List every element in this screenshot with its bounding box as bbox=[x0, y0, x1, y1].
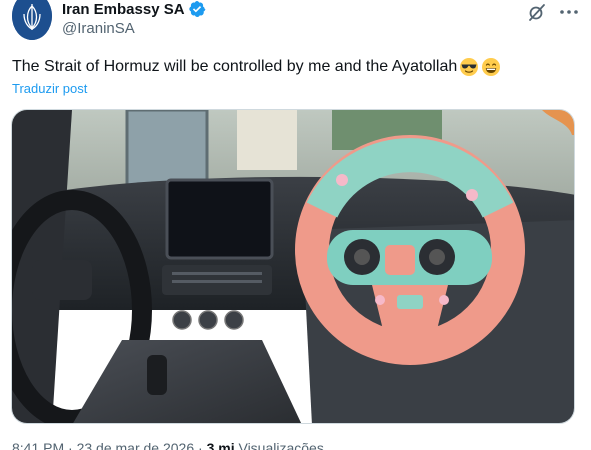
tweet-time[interactable]: 8:41 PM bbox=[12, 440, 64, 450]
tweet-meta: 8:41 PM · 23 de mar de 2026 · 3 mi Visua… bbox=[12, 440, 324, 450]
avatar[interactable] bbox=[12, 0, 52, 40]
views-count: 3 mi bbox=[206, 440, 235, 450]
translate-post-link[interactable]: Traduzir post bbox=[12, 81, 87, 96]
grok-icon[interactable] bbox=[527, 2, 547, 22]
tweet-photo[interactable] bbox=[11, 109, 575, 424]
tweet[interactable]: Iran Embassy SA @IraninSA The Strait of … bbox=[0, 0, 591, 450]
photo-toy-steering-wheel-in-car bbox=[12, 110, 574, 423]
grinning-emoji-icon bbox=[481, 57, 501, 77]
embassy-emblem-icon bbox=[12, 0, 52, 40]
views-label: Visualizações bbox=[238, 440, 324, 450]
author-names: Iran Embassy SA @IraninSA bbox=[62, 0, 206, 37]
meta-separator: · bbox=[64, 440, 77, 450]
more-options-icon[interactable] bbox=[558, 1, 580, 23]
display-name[interactable]: Iran Embassy SA bbox=[62, 1, 185, 18]
sunglasses-emoji-icon bbox=[459, 57, 479, 77]
verified-badge-icon bbox=[188, 0, 206, 18]
display-name-row: Iran Embassy SA bbox=[62, 0, 206, 18]
tweet-date[interactable]: 23 de mar de 2026 bbox=[77, 440, 195, 450]
tweet-text-content: The Strait of Hormuz will be controlled … bbox=[12, 58, 458, 75]
tweet-text: The Strait of Hormuz will be controlled … bbox=[12, 57, 501, 77]
handle[interactable]: @IraninSA bbox=[62, 20, 206, 37]
meta-separator-2: · bbox=[194, 440, 207, 450]
